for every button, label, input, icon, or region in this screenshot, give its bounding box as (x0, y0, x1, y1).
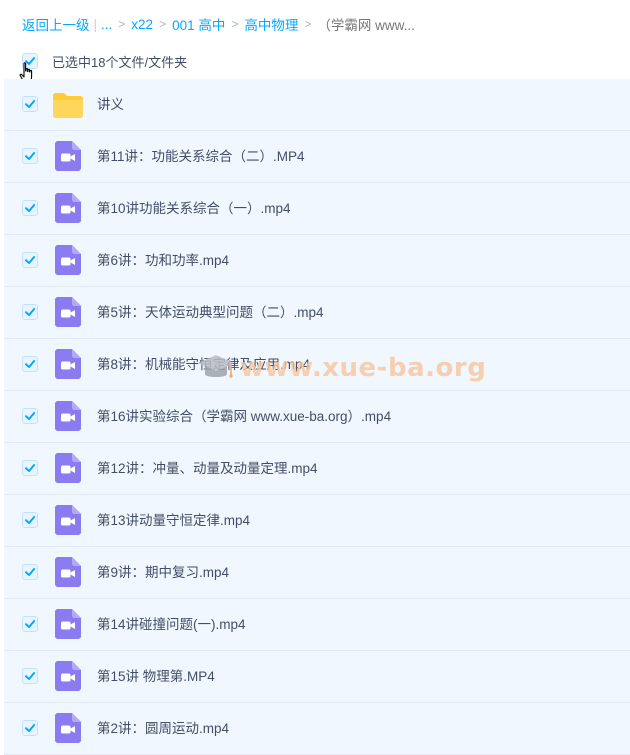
file-row[interactable]: 第8讲：机械能守恒定律及应用.mp4 (4, 339, 630, 391)
check-icon (25, 724, 36, 732)
file-row[interactable]: 第15讲 物理第.MP4 (4, 651, 630, 703)
check-icon (25, 204, 36, 212)
file-name[interactable]: 第6讲：功和功率.mp4 (97, 235, 229, 286)
video-file-icon (55, 713, 81, 746)
file-name[interactable]: 第2讲：圆周运动.mp4 (97, 703, 229, 754)
video-file-icon (55, 193, 81, 226)
file-name[interactable]: 第8讲：机械能守恒定律及应用.mp4 (97, 339, 310, 390)
check-icon (25, 100, 36, 108)
file-row[interactable]: 第6讲：功和功率.mp4 (4, 235, 630, 287)
select-all-bar: 已选中18个文件/文件夹 (0, 48, 630, 74)
breadcrumb-divider: | (93, 16, 98, 32)
chevron-right-icon: > (118, 17, 126, 31)
file-row[interactable]: 第14讲碰撞问题(一).mp4 (4, 599, 630, 651)
check-icon (25, 464, 36, 472)
row-checkbox[interactable] (22, 96, 38, 112)
video-file-icon (55, 609, 81, 639)
file-row[interactable]: 第16讲实验综合（学霸网 www.xue-ba.org）.mp4 (4, 391, 630, 443)
row-checkbox[interactable] (22, 616, 38, 632)
file-name[interactable]: 第13讲动量守恒定律.mp4 (97, 495, 250, 546)
file-row[interactable]: 第11讲：功能关系综合（二）.MP4 (4, 131, 630, 183)
row-checkbox[interactable] (22, 720, 38, 736)
row-checkbox[interactable] (22, 304, 38, 320)
video-file-icon (55, 245, 81, 275)
file-name[interactable]: 第10讲功能关系综合（一）.mp4 (97, 183, 291, 234)
check-icon (25, 360, 36, 368)
video-file-icon (55, 557, 81, 587)
breadcrumb-ellipsis[interactable]: ... (101, 17, 112, 32)
breadcrumb-current: （学霸网 www... (317, 18, 415, 33)
file-row[interactable]: 第2讲：圆周运动.mp4 (4, 703, 630, 755)
video-file-icon (55, 453, 81, 486)
chevron-right-icon: > (159, 17, 167, 31)
video-file-icon (55, 609, 81, 642)
file-row[interactable]: 第13讲动量守恒定律.mp4 (4, 495, 630, 547)
row-checkbox[interactable] (22, 200, 38, 216)
video-file-icon (55, 713, 81, 743)
file-name[interactable]: 第14讲碰撞问题(一).mp4 (97, 599, 246, 650)
file-row[interactable]: 第10讲功能关系综合（一）.mp4 (4, 183, 630, 235)
video-file-icon (55, 505, 81, 538)
video-file-icon (55, 557, 81, 590)
file-name[interactable]: 第5讲：天体运动典型问题（二）.mp4 (97, 287, 324, 338)
breadcrumb-item-x22[interactable]: x22 (131, 17, 153, 32)
check-icon (25, 568, 36, 576)
breadcrumb-item-physics[interactable]: 高中物理 (244, 14, 298, 34)
row-checkbox[interactable] (22, 512, 38, 528)
video-file-icon (55, 193, 81, 223)
breadcrumb: 返回上一级 | ... > x22 > 001 高中 > 高中物理 > （学霸网… (22, 14, 415, 34)
check-icon (25, 256, 36, 264)
video-file-icon (55, 141, 81, 171)
video-file-icon (55, 661, 81, 691)
file-name[interactable]: 讲义 (97, 79, 124, 130)
video-file-icon (55, 349, 81, 379)
row-checkbox[interactable] (22, 148, 38, 164)
file-list: 讲义 第11讲：功能关系综合（二）.MP4 第10讲功能关系综合（一）.mp4 第6讲… (4, 79, 630, 755)
file-row[interactable]: 第12讲：冲量、动量及动量定理.mp4 (4, 443, 630, 495)
row-checkbox[interactable] (22, 460, 38, 476)
breadcrumb-item-gaozhong[interactable]: 001 高中 (172, 14, 225, 34)
row-checkbox[interactable] (22, 408, 38, 424)
video-file-icon (55, 401, 81, 434)
selection-count-text: 已选中18个文件/文件夹 (52, 54, 188, 70)
video-file-icon (55, 661, 81, 694)
check-icon (25, 516, 36, 524)
file-row[interactable]: 第5讲：天体运动典型问题（二）.mp4 (4, 287, 630, 339)
video-file-icon (55, 297, 81, 327)
video-file-icon (55, 349, 81, 382)
folder-icon (53, 93, 83, 118)
check-icon (25, 412, 36, 420)
row-checkbox[interactable] (22, 356, 38, 372)
chevron-right-icon: > (231, 17, 239, 31)
check-icon (25, 152, 36, 160)
file-name[interactable]: 第16讲实验综合（学霸网 www.xue-ba.org）.mp4 (97, 391, 391, 442)
video-file-icon (55, 297, 81, 330)
check-icon (25, 308, 36, 316)
file-name[interactable]: 第11讲：功能关系综合（二）.MP4 (97, 131, 305, 182)
video-file-icon (55, 401, 81, 431)
row-checkbox[interactable] (22, 668, 38, 684)
video-file-icon (55, 505, 81, 535)
chevron-right-icon: > (304, 17, 312, 31)
video-file-icon (55, 453, 81, 483)
file-row[interactable]: 第9讲：期中复习.mp4 (4, 547, 630, 599)
back-link[interactable]: 返回上一级 (22, 14, 90, 34)
check-icon (25, 672, 36, 680)
video-file-icon (55, 245, 81, 278)
file-name[interactable]: 第12讲：冲量、动量及动量定理.mp4 (97, 443, 318, 494)
file-row[interactable]: 讲义 (4, 79, 630, 131)
row-checkbox[interactable] (22, 564, 38, 580)
row-checkbox[interactable] (22, 252, 38, 268)
file-name[interactable]: 第9讲：期中复习.mp4 (97, 547, 229, 598)
video-file-icon (55, 141, 81, 174)
check-icon (25, 620, 36, 628)
folder-icon (52, 91, 84, 122)
file-name[interactable]: 第15讲 物理第.MP4 (97, 651, 215, 702)
